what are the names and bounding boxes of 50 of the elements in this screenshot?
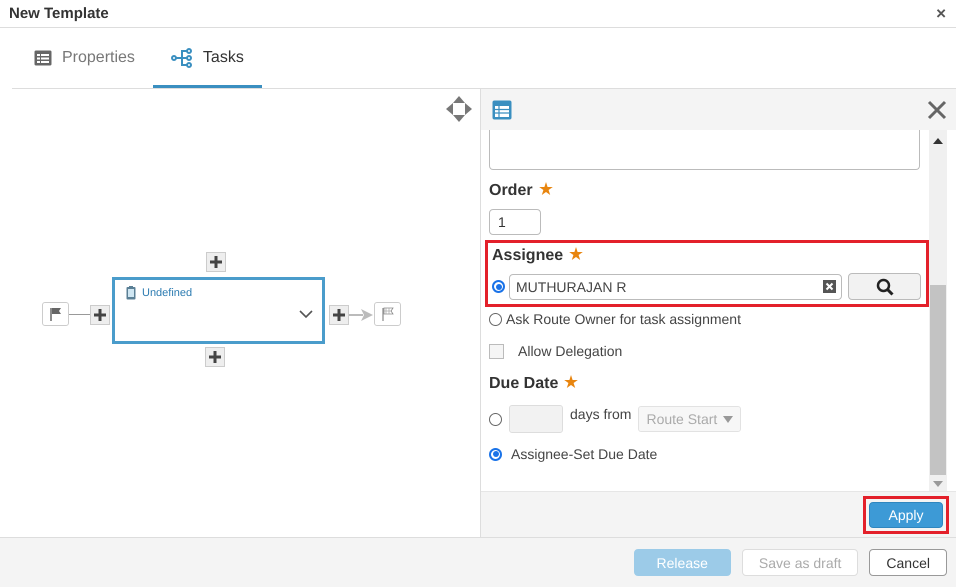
field-label: Assignee bbox=[492, 247, 564, 265]
apply-button[interactable]: Apply bbox=[869, 502, 943, 528]
task-title: Undefined bbox=[142, 287, 192, 299]
list-icon bbox=[34, 50, 52, 66]
plus-icon bbox=[210, 256, 222, 268]
clear-icon[interactable] bbox=[823, 280, 836, 293]
radio-button[interactable] bbox=[489, 448, 502, 460]
flag-icon bbox=[48, 307, 62, 321]
finish-flag-node[interactable] bbox=[374, 302, 401, 326]
close-button[interactable]: × bbox=[932, 4, 950, 24]
clipboard-icon bbox=[126, 286, 136, 300]
checkbox-label: Allow Delegation bbox=[518, 343, 622, 359]
scrollbar[interactable] bbox=[929, 130, 947, 491]
option-label: Ask Route Owner for task assignment bbox=[506, 311, 741, 327]
chevron-down-icon[interactable] bbox=[299, 310, 313, 319]
search-icon bbox=[876, 278, 894, 296]
assignee-field[interactable]: MUTHURAJAN R bbox=[509, 274, 842, 300]
connector-arrow bbox=[349, 309, 373, 321]
scroll-up-icon[interactable] bbox=[933, 138, 943, 144]
plus-icon bbox=[94, 309, 106, 321]
caret-icon bbox=[723, 416, 734, 422]
description-field[interactable] bbox=[489, 130, 920, 170]
window-title: New Template bbox=[9, 5, 109, 22]
table-icon bbox=[492, 100, 512, 120]
plus-icon bbox=[209, 351, 221, 363]
plus-icon bbox=[333, 309, 345, 321]
radio-button[interactable] bbox=[489, 312, 502, 326]
radio-button[interactable] bbox=[492, 280, 505, 293]
tab[interactable]: Properties bbox=[16, 31, 153, 88]
radio-button[interactable] bbox=[489, 412, 502, 426]
add-button[interactable] bbox=[329, 305, 349, 325]
option-label: days from bbox=[570, 406, 632, 422]
add-button[interactable] bbox=[205, 347, 225, 367]
field-label: Due Date bbox=[489, 375, 558, 393]
days-field[interactable] bbox=[509, 405, 563, 433]
checkbox[interactable] bbox=[489, 344, 504, 358]
checkered-flag-icon bbox=[380, 307, 394, 321]
add-button[interactable] bbox=[90, 305, 110, 325]
close-icon[interactable] bbox=[927, 100, 947, 120]
search-button[interactable] bbox=[848, 273, 921, 300]
task-node[interactable]: Undefined bbox=[112, 277, 325, 344]
order-field[interactable]: 1 bbox=[489, 209, 541, 235]
option-label: Assignee-Set Due Date bbox=[511, 446, 658, 462]
tab[interactable]: Tasks bbox=[152, 31, 262, 88]
move-icon[interactable] bbox=[445, 95, 473, 123]
field-label: Order bbox=[489, 182, 533, 200]
dialog-button[interactable]: Cancel bbox=[869, 549, 947, 576]
add-button[interactable] bbox=[206, 252, 226, 272]
branch-icon bbox=[170, 48, 193, 68]
start-flag-node[interactable] bbox=[42, 302, 69, 326]
